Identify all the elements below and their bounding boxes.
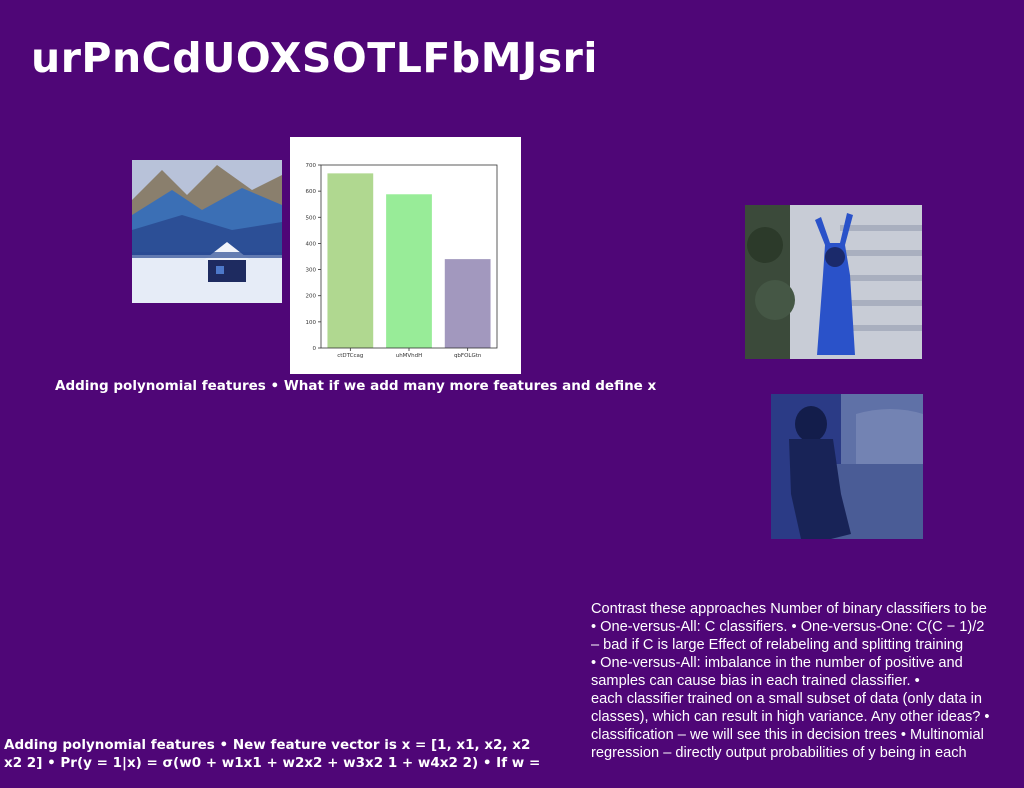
bar xyxy=(444,259,491,348)
bar-chart: 0 100 200 300 400 500 600 700 ctDTCcag uhMVhdH qbF… xyxy=(290,137,521,374)
y-tick-label: 300 xyxy=(306,268,317,274)
body-line: classification – we will see this in dec… xyxy=(591,727,984,743)
bar xyxy=(386,194,432,348)
y-tick-label: 600 xyxy=(306,189,317,195)
y-tick-label: 400 xyxy=(306,241,317,247)
body-line: regression – directly output probabiliti… xyxy=(591,745,967,761)
bar xyxy=(327,173,374,348)
body-text: Contrast these approaches Number of bina… xyxy=(591,600,1024,762)
y-tick-label: 0 xyxy=(313,346,317,352)
caption-bottom-line: Adding polynomial features • New feature… xyxy=(4,737,531,753)
woman-arms-raised-image xyxy=(745,205,922,359)
x-tick-label: qbFOLGtn xyxy=(454,353,482,359)
caption-bottom-line: x2 2] • Pr(y = 1|x) = σ(w0 + w1x1 + w2x2… xyxy=(4,755,541,771)
x-tick-label: uhMVhdH xyxy=(396,353,423,359)
body-line: classes), which can result in high varia… xyxy=(591,709,990,725)
y-tick-label: 500 xyxy=(306,215,317,221)
body-line: • One-versus-All: C classifiers. • One-v… xyxy=(591,619,985,635)
body-line: Contrast these approaches Number of bina… xyxy=(591,601,987,617)
person-on-couch-image xyxy=(771,394,923,539)
body-line: – bad if C is large Effect of relabeling… xyxy=(591,637,964,653)
body-line: each classifier trained on a small subse… xyxy=(591,691,983,707)
caption-bottom: Adding polynomial features • New feature… xyxy=(4,736,540,772)
body-line: samples can cause bias in each trained c… xyxy=(591,673,920,689)
slide-title: urPnCdUOXSOTLFbMJsri xyxy=(31,34,598,82)
y-tick-label: 200 xyxy=(306,294,317,300)
x-tick-label: ctDTCcag xyxy=(337,353,363,359)
y-tick-label: 100 xyxy=(306,320,317,326)
body-line: • One-versus-All: imbalance in the numbe… xyxy=(591,655,963,671)
y-tick-label: 700 xyxy=(306,163,317,169)
bar-chart-svg: 0 100 200 300 400 500 600 700 ctDTCcag uhMVhdH qbF… xyxy=(306,163,498,359)
snowy-cabin-image xyxy=(132,160,282,303)
caption-top: Adding polynomial features • What if we … xyxy=(55,378,657,394)
